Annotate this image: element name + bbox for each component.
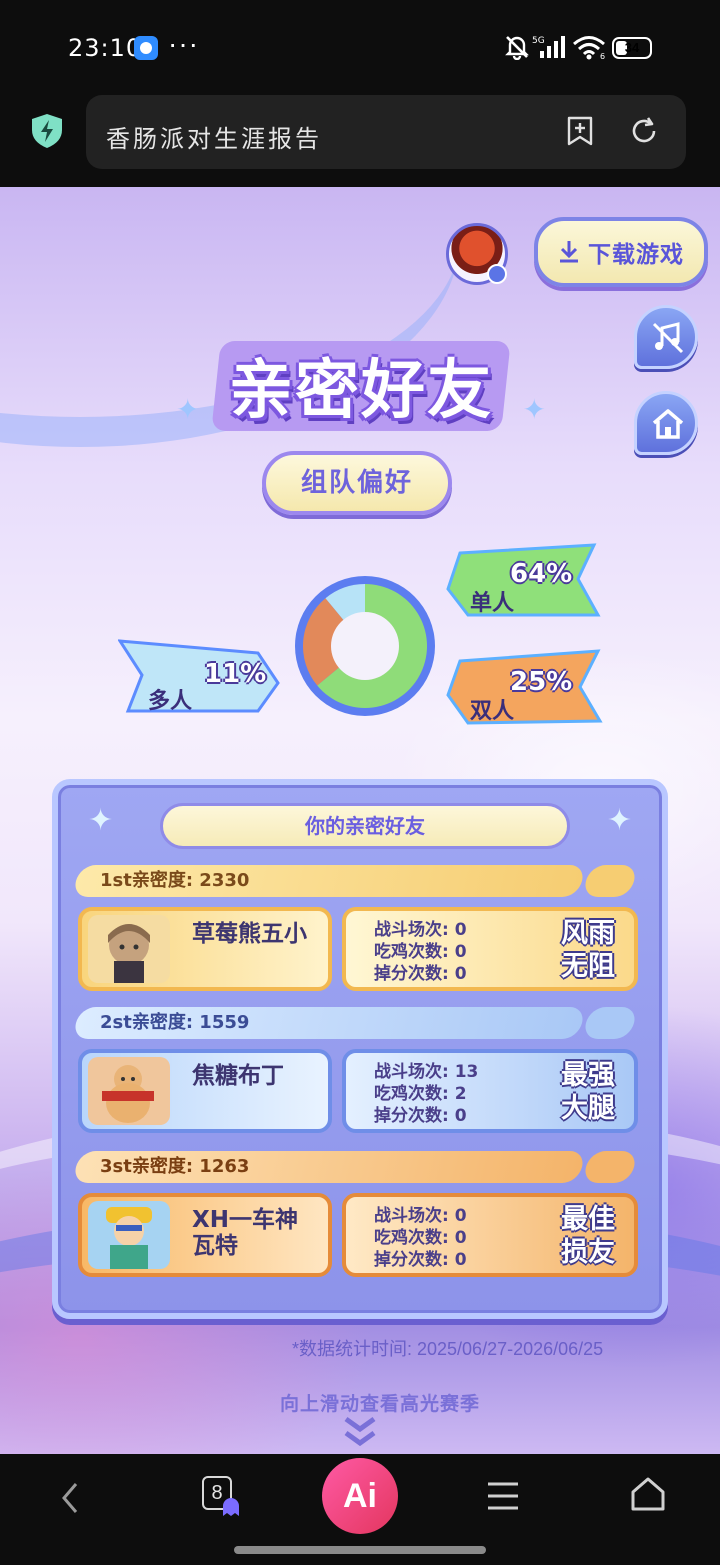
- status-bar: 23:10 ··· 5G 6 34: [0, 0, 720, 92]
- player-avatar-button[interactable]: [446, 223, 508, 285]
- friend-2-stats-card: 战斗场次: 13 吃鸡次数: 2 掉分次数: 0 最强大腿: [342, 1049, 638, 1133]
- friend-1-intimacy-bar: 1st亲密度: 2330: [72, 865, 586, 897]
- sparkle-icon: ✦: [606, 804, 632, 837]
- battery-level: 34: [624, 40, 640, 55]
- friend-2-battles: 战斗场次: 13: [374, 1062, 479, 1082]
- home-nav-icon[interactable]: [630, 1476, 666, 1512]
- rank-bar-tail: [582, 1151, 638, 1183]
- friend-3-wins: 吃鸡次数: 0: [374, 1228, 467, 1248]
- section-title-banner: ✦ ✦ 亲密好友: [176, 335, 546, 435]
- friend-3-name: XH一车神瓦特: [192, 1207, 298, 1259]
- solo-label: 单人: [470, 591, 515, 616]
- friend-3-intimacy: 3st亲密度: 1263: [100, 1156, 250, 1177]
- friends-panel-title: 你的亲密好友: [160, 803, 570, 849]
- friend-2-drops: 掉分次数: 0: [374, 1106, 467, 1126]
- duo-label: 双人: [470, 699, 515, 724]
- svg-text:5G: 5G: [532, 36, 545, 46]
- scroll-up-hint: 向上滑动查看高光赛季: [280, 1393, 481, 1415]
- switch-account-icon: [487, 264, 507, 284]
- friend-1-avatar: [88, 915, 170, 983]
- app-notification-icon: [134, 36, 158, 60]
- music-toggle-button[interactable]: [634, 305, 698, 369]
- browser-bottom-nav: 8 Ai: [0, 1454, 720, 1565]
- rank-bar-tail: [582, 865, 638, 897]
- friend-3-stats-card: 战斗场次: 0 吃鸡次数: 0 掉分次数: 0 最佳损友: [342, 1193, 638, 1277]
- security-shield-icon[interactable]: [30, 112, 64, 150]
- intimate-friends-panel: ✦ ✦ 你的亲密好友 1st亲密度: 2330 草莓熊五小 战斗场次: 0 吃鸡…: [52, 779, 668, 1319]
- friend-3-battles: 战斗场次: 0: [374, 1206, 467, 1226]
- friend-2-name: 焦糖布丁: [192, 1063, 284, 1089]
- mute-icon: [505, 36, 529, 60]
- signal-5g-icon: 5G: [532, 36, 565, 58]
- squad-percent: 11%: [204, 659, 267, 689]
- page-title: 香肠派对生涯报告: [106, 125, 322, 153]
- team-preference-label: 组队偏好: [262, 451, 452, 515]
- address-bar[interactable]: 香肠派对生涯报告: [86, 95, 686, 169]
- download-label: 下载游戏: [588, 242, 684, 268]
- friend-1-stats-card: 战斗场次: 0 吃鸡次数: 0 掉分次数: 0 风雨无阻: [342, 907, 638, 991]
- squad-label: 多人: [148, 689, 193, 714]
- friend-1-profile-card[interactable]: 草莓熊五小: [78, 907, 332, 991]
- duo-percent: 25%: [510, 667, 573, 697]
- duo-preference-bubble: 25% 双人: [446, 647, 606, 729]
- friend-1-intimacy: 1st亲密度: 2330: [100, 870, 250, 891]
- rank-bar-tail: [582, 1007, 638, 1039]
- game-report-page[interactable]: 下载游戏 ✦ ✦ 亲密好友 组队偏好 64% 单人 25% 双人 11% 多人 …: [0, 187, 720, 1454]
- menu-icon[interactable]: [486, 1480, 520, 1512]
- refresh-icon[interactable]: [628, 115, 660, 147]
- sparkle-icon: ✦: [88, 804, 114, 837]
- home-indicator[interactable]: [234, 1546, 486, 1554]
- friend-3-badge: 最佳损友: [561, 1204, 615, 1268]
- back-icon[interactable]: [58, 1480, 82, 1516]
- friend-2-avatar: [88, 1057, 170, 1125]
- svg-text:6: 6: [600, 52, 605, 60]
- friend-3-drops: 掉分次数: 0: [374, 1250, 467, 1270]
- music-off-icon: [652, 322, 684, 354]
- download-icon: [560, 241, 578, 263]
- friend-2-profile-card[interactable]: 焦糖布丁: [78, 1049, 332, 1133]
- friend-1-wins: 吃鸡次数: 0: [374, 942, 467, 962]
- home-icon: [652, 409, 684, 439]
- section-title: 亲密好友: [229, 354, 493, 428]
- download-game-button[interactable]: 下载游戏: [534, 217, 708, 287]
- friend-2-intimacy-bar: 2st亲密度: 1559: [72, 1007, 586, 1039]
- browser-toolbar: 香肠派对生涯报告: [0, 92, 720, 187]
- ghost-mode-icon: [223, 1498, 239, 1516]
- statistics-period: *数据统计时间: 2025/06/27-2026/06/25: [292, 1339, 604, 1359]
- friend-2-wins: 吃鸡次数: 2: [374, 1084, 467, 1104]
- more-notifications-icon: ···: [168, 28, 199, 59]
- friend-2-badge: 最强大腿: [561, 1060, 615, 1124]
- friend-1-battles: 战斗场次: 0: [374, 920, 467, 940]
- wifi-icon: 6: [573, 36, 605, 60]
- add-bookmark-icon[interactable]: [564, 115, 596, 147]
- status-time: 23:10: [68, 34, 143, 62]
- friend-2-intimacy: 2st亲密度: 1559: [100, 1012, 250, 1033]
- friend-3-avatar: [88, 1201, 170, 1269]
- friend-1-drops: 掉分次数: 0: [374, 964, 467, 984]
- team-preference-donut-chart: [295, 576, 435, 716]
- solo-percent: 64%: [510, 559, 573, 589]
- battery-indicator: 34: [612, 37, 652, 59]
- home-button[interactable]: [634, 391, 698, 455]
- friend-3-profile-card[interactable]: XH一车神瓦特: [78, 1193, 332, 1277]
- chevron-double-down-icon: [344, 1416, 376, 1447]
- friend-3-intimacy-bar: 3st亲密度: 1263: [72, 1151, 586, 1183]
- friend-1-badge: 风雨无阻: [561, 918, 615, 982]
- squad-preference-bubble: 11% 多人: [118, 635, 280, 717]
- friend-1-name: 草莓熊五小: [192, 921, 307, 947]
- donut-hole: [331, 612, 399, 680]
- ai-assistant-button[interactable]: Ai: [322, 1458, 398, 1534]
- solo-preference-bubble: 64% 单人: [446, 539, 606, 623]
